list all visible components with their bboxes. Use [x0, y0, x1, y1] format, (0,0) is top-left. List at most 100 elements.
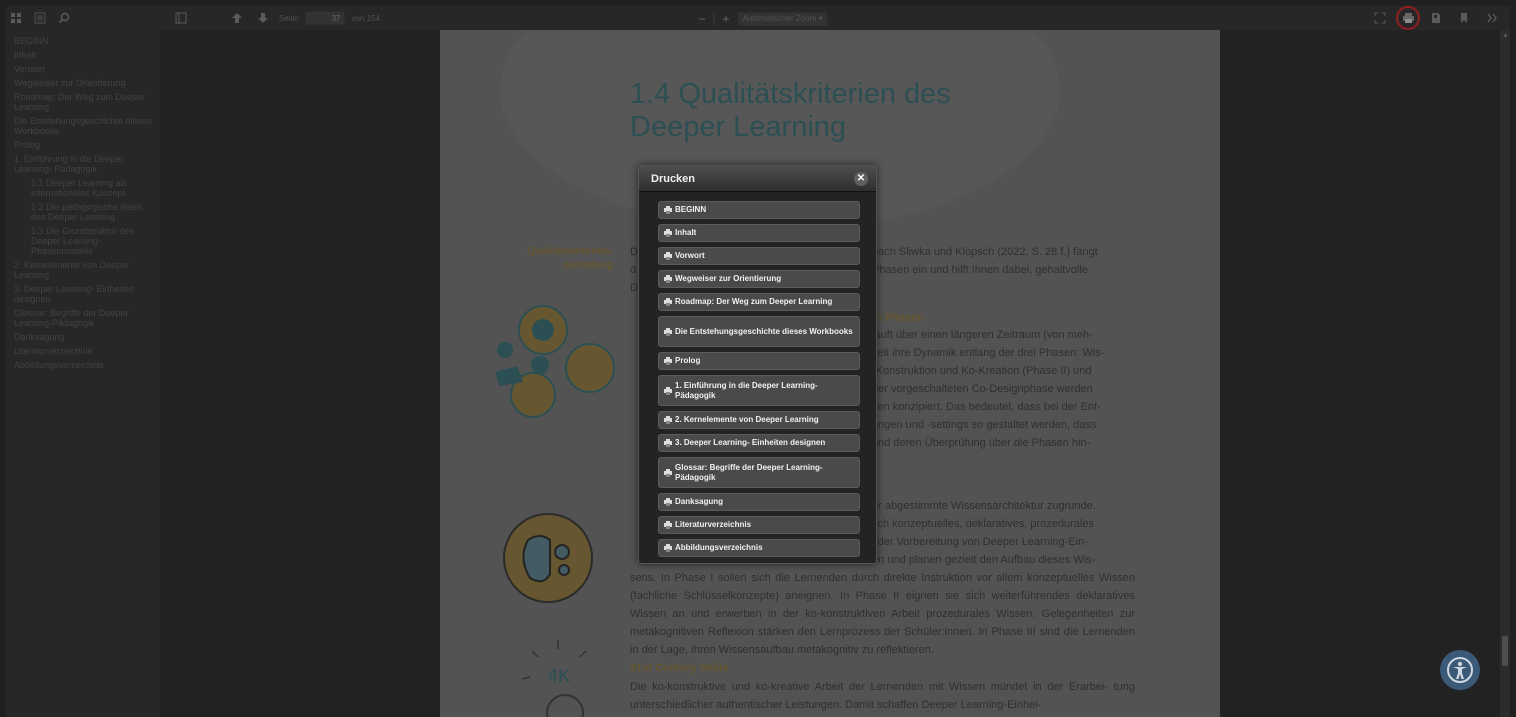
- printer-icon: [664, 206, 672, 214]
- print-section-button[interactable]: Abbildungsverzeichnis: [658, 539, 860, 557]
- zoom-controls: − + Automatischer Zoom ▾: [698, 9, 828, 29]
- presentation-icon[interactable]: [1370, 8, 1390, 28]
- accessibility-button[interactable]: [1440, 650, 1480, 690]
- print-section-label: Vorwort: [675, 251, 705, 260]
- printer-icon: [664, 386, 672, 395]
- bookmark-icon[interactable]: [1454, 8, 1474, 28]
- printer-icon: [664, 229, 672, 237]
- zoom-out-icon[interactable]: −: [698, 9, 705, 29]
- next-page-icon[interactable]: [253, 8, 273, 28]
- page-number-input[interactable]: [305, 11, 346, 25]
- vertical-scrollbar[interactable]: ▲: [1500, 30, 1510, 717]
- 4k-skills-illustration: 4K: [521, 640, 587, 717]
- printer-icon: [664, 416, 672, 424]
- printer-icon: [664, 544, 672, 552]
- scroll-up-arrow-icon[interactable]: ▲: [1502, 32, 1509, 40]
- tools-icon[interactable]: [1482, 8, 1502, 28]
- printer-icon: [664, 252, 672, 260]
- print-section-label: Inhalt: [675, 228, 697, 237]
- print-section-button[interactable]: BEGINN: [658, 201, 860, 219]
- outline-item[interactable]: Literaturverzeichnis: [6, 344, 160, 358]
- outline-subitem[interactable]: 1.2 Die pädagogische Basis des Deeper Le…: [6, 200, 160, 224]
- text-line: er abgestimmte Wissensarchitektur zugrun…: [872, 500, 1096, 512]
- outline-icon[interactable]: [30, 8, 50, 28]
- brain-illustration: [503, 513, 593, 603]
- pdf-toolbar: Seite: von 154 − + Automatischer Zoom ▾: [6, 6, 1510, 30]
- outline-item[interactable]: Die Entstehungsgeschichte dieses Workboo…: [6, 114, 160, 138]
- outline-item[interactable]: Inhalt: [6, 48, 160, 62]
- print-section-button[interactable]: Literaturverzeichnis: [658, 516, 860, 534]
- sidebar-toggle-icon[interactable]: [171, 8, 191, 28]
- print-section-label: 3. Deeper Learning- Einheiten designen: [675, 438, 826, 447]
- zoom-in-icon[interactable]: +: [722, 9, 729, 29]
- print-dialog: Drucken ✕ BEGINN Inhalt Vorwort Wegweise…: [638, 165, 877, 564]
- margin-label: Qualitätskriterien- sammlung: [500, 245, 613, 273]
- search-icon[interactable]: [54, 8, 74, 28]
- outline-item[interactable]: Glossar: Begriffe der Deeper Learning-Pä…: [6, 306, 160, 330]
- printer-icon: [664, 498, 672, 506]
- print-section-label: Prolog: [675, 356, 701, 365]
- print-section-button[interactable]: 2. Kernelemente von Deeper Learning: [658, 411, 860, 429]
- text-line: sch konzeptuelles, deklaratives, prozedu…: [872, 518, 1094, 530]
- outline-item[interactable]: Roadmap: Der Weg zum Deeper Learning: [6, 90, 160, 114]
- outline-item[interactable]: Wegweiser zur Orientierung: [6, 76, 160, 90]
- zoom-select[interactable]: Automatischer Zoom ▾: [737, 12, 828, 26]
- thumbnails-icon[interactable]: [6, 8, 26, 28]
- dialog-title: Drucken: [651, 172, 696, 185]
- print-section-button[interactable]: Inhalt: [658, 224, 860, 242]
- print-section-button[interactable]: Glossar: Begriffe der Deeper Learning-Pä…: [658, 457, 860, 488]
- text-line: und deren Überprüfung über die Phasen hi…: [872, 437, 1091, 449]
- intro-paragraph: nach Sliwka und Klopsch (2022, S. 28 f.)…: [872, 243, 1135, 279]
- printer-icon: [664, 439, 672, 447]
- previous-page-icon[interactable]: [227, 8, 247, 28]
- dialog-header: Drucken ✕: [639, 166, 876, 192]
- close-icon[interactable]: ✕: [854, 171, 868, 186]
- scroll-thumb[interactable]: [1502, 636, 1508, 666]
- outline-item[interactable]: Abbildungsverzeichnis: [6, 358, 160, 372]
- page-total: von 154: [351, 13, 380, 23]
- dialog-body: BEGINN Inhalt Vorwort Wegweiser zur Orie…: [639, 192, 876, 557]
- page-heading: 1.4 Qualitätskriterien des Deeper Learni…: [630, 78, 951, 144]
- section3-paragraph: Die ko-konstruktive und ko-kreative Arbe…: [630, 681, 1135, 711]
- 4k-label: 4K: [548, 666, 570, 686]
- section2-paragraph: sens. In Phase I sollen sich die Lernend…: [630, 572, 1135, 656]
- section1-paragraph: läuft über einen längeren Zeitraum (von …: [872, 326, 1135, 452]
- print-section-label: Roadmap: Der Weg zum Deeper Learning: [675, 297, 833, 306]
- sidebar-view-buttons: [6, 8, 74, 28]
- text-line: nach Sliwka und Klopsch (2022, S. 28 f.)…: [872, 246, 1098, 258]
- outline-item[interactable]: Prolog: [6, 138, 160, 152]
- outline-item[interactable]: 1. Einführung in die Deeper Learning- Pä…: [6, 152, 160, 176]
- text-line: Phasen ein und hilft Ihnen dabei, gehalt…: [872, 264, 1088, 276]
- print-icon[interactable]: [1396, 6, 1420, 30]
- page-navigation: Seite: von 154: [171, 8, 380, 28]
- print-section-button[interactable]: 1. Einführung in die Deeper Learning- Pä…: [658, 375, 860, 406]
- page-heading-line: 1.4 Qualitätskriterien des: [630, 78, 951, 110]
- text-line: en und planen gezielt den Aufbau dieses …: [872, 554, 1096, 566]
- margin-label-line: sammlung: [562, 260, 613, 271]
- print-section-label: 1. Einführung in die Deeper Learning- Pä…: [675, 380, 818, 400]
- outline-item[interactable]: BEGINN: [6, 34, 160, 48]
- print-section-button[interactable]: 3. Deeper Learning- Einheiten designen: [658, 434, 860, 452]
- outline-item[interactable]: Danksagung: [6, 330, 160, 344]
- print-section-label: Glossar: Begriffe der Deeper Learning-Pä…: [675, 462, 823, 482]
- outline-subitem[interactable]: 1.1 Deeper Learning als internationales …: [6, 176, 160, 200]
- print-highlight-ring: [1396, 6, 1420, 30]
- text-line: -Konstruktion und Ko-Kreation (Phase II)…: [872, 365, 1092, 377]
- zoom-select-value: Automatischer Zoom: [742, 14, 817, 23]
- outline-item[interactable]: 2. Kernelemente von Deeper Learning: [6, 258, 160, 282]
- accessibility-icon: [1447, 657, 1473, 683]
- outline-item[interactable]: Vorwort: [6, 62, 160, 76]
- section-heading: in Phasen: [872, 312, 924, 324]
- print-section-button[interactable]: Danksagung: [658, 493, 860, 511]
- outline-subitem[interactable]: 1.3 Die Grundstruktur des Deeper Learnin…: [6, 224, 160, 258]
- print-section-button[interactable]: Wegweiser zur Orientierung: [658, 270, 860, 288]
- print-section-button[interactable]: Roadmap: Der Weg zum Deeper Learning: [658, 293, 860, 311]
- print-section-button[interactable]: Die Entstehungsgeschichte dieses Workboo…: [658, 316, 860, 347]
- print-section-button[interactable]: Vorwort: [658, 247, 860, 265]
- download-icon[interactable]: [1426, 8, 1446, 28]
- print-section-button[interactable]: Prolog: [658, 352, 860, 370]
- outline-item[interactable]: 3. Deeper Learning- Einheiten designen: [6, 282, 160, 306]
- print-section-label: 2. Kernelemente von Deeper Learning: [675, 415, 819, 424]
- print-section-label: Abbildungsverzeichnis: [675, 543, 763, 552]
- printer-icon: [664, 275, 672, 283]
